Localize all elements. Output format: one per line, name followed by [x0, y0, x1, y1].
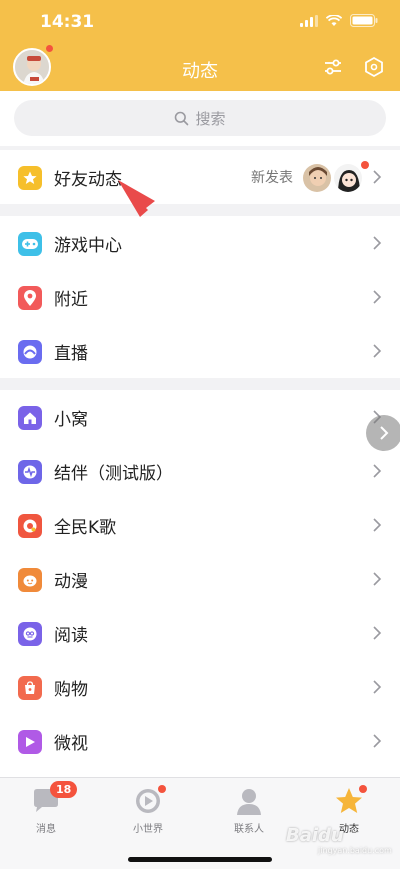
- menu-item-weishi[interactable]: 微视: [0, 714, 400, 768]
- signal-icon: [300, 14, 318, 27]
- menu-item-label: 阅读: [54, 626, 88, 646]
- location-pin-icon: [18, 286, 42, 310]
- status-icons: [300, 14, 378, 27]
- friend-feed-row[interactable]: 好友动态 新发表: [0, 150, 400, 204]
- notification-dot: [361, 161, 369, 169]
- karaoke-icon: [18, 514, 42, 538]
- search-icon: [175, 111, 189, 125]
- tab-label: 消息: [36, 824, 56, 835]
- tab-icon-wrap: [233, 786, 265, 816]
- chevron-right-icon: [373, 236, 382, 250]
- top-header: 14:31 动态: [0, 0, 400, 91]
- notification-dot: [45, 44, 54, 53]
- menu-item-reading[interactable]: 阅读: [0, 606, 400, 660]
- tab-small-world[interactable]: 小世界: [108, 785, 188, 835]
- anime-icon: [18, 568, 42, 592]
- tab-messages[interactable]: 18 消息: [6, 781, 86, 835]
- reading-icon: [18, 622, 42, 646]
- chevron-right-icon: [380, 426, 389, 440]
- unread-badge: 18: [50, 781, 78, 798]
- menu-item-live[interactable]: 直播: [0, 324, 400, 378]
- menu-item-label: 结伴（测试版）: [54, 464, 173, 484]
- tab-label: 联系人: [234, 824, 264, 835]
- menu-item-nearby[interactable]: 附近: [0, 270, 400, 324]
- friend-avatar: [302, 163, 332, 193]
- search-area: 搜索: [0, 91, 400, 146]
- friend-avatar: [333, 163, 363, 193]
- menu-item-label: 动漫: [54, 572, 88, 592]
- home-icon: [18, 406, 42, 430]
- star-icon: [18, 166, 42, 190]
- chevron-right-icon: [373, 290, 382, 304]
- apps-section: 小窝 结伴（测试版） 全民K歌 动漫 阅读 购物 微视: [0, 390, 400, 777]
- menu-item-label: 小窝: [54, 410, 88, 430]
- shopping-icon: [18, 676, 42, 700]
- search-input[interactable]: 搜索: [14, 100, 386, 136]
- weishi-icon: [18, 730, 42, 754]
- games-section: 游戏中心 附近 直播: [0, 216, 400, 378]
- gamepad-icon: [18, 232, 42, 256]
- chevron-right-icon: [373, 344, 382, 358]
- live-icon: [18, 340, 42, 364]
- pulse-icon: [18, 460, 42, 484]
- new-post-label: 新发表: [251, 170, 293, 186]
- friend-feed-label: 好友动态: [54, 170, 122, 190]
- chevron-right-icon: [373, 572, 382, 586]
- bottom-tab-bar: 18 消息 小世界 联系人 动态: [0, 777, 400, 869]
- search-placeholder: 搜索: [195, 109, 226, 128]
- menu-item-label: 购物: [54, 680, 88, 700]
- chevron-right-icon: [373, 734, 382, 748]
- home-indicator: [128, 857, 272, 862]
- chevron-right-icon: [373, 518, 382, 532]
- tab-icon-wrap: [333, 785, 367, 816]
- app-screen: 14:31 动态 搜索 好友动态 新发表 游戏中心 附近 直播 小窝 结伴（测试…: [0, 0, 400, 869]
- chevron-right-icon: [373, 626, 382, 640]
- menu-item-label: 直播: [54, 344, 88, 364]
- menu-item-jieban[interactable]: 结伴（测试版）: [0, 444, 400, 498]
- menu-item-label: 全民K歌: [54, 518, 117, 538]
- tab-label: 小世界: [133, 824, 163, 835]
- battery-icon: [350, 14, 378, 27]
- status-time: 14:31: [40, 12, 95, 32]
- notification-dot: [158, 785, 166, 793]
- hexagon-settings-icon[interactable]: [363, 56, 385, 78]
- settings-sliders-icon[interactable]: [322, 56, 344, 78]
- menu-item-xiaowo[interactable]: 小窝: [0, 390, 400, 444]
- menu-item-label: 附近: [54, 290, 88, 310]
- chevron-right-icon: [373, 170, 382, 184]
- menu-item-label: 游戏中心: [54, 236, 122, 256]
- chevron-right-icon: [373, 464, 382, 478]
- menu-item-karaoke[interactable]: 全民K歌: [0, 498, 400, 552]
- menu-item-game-center[interactable]: 游戏中心: [0, 216, 400, 270]
- menu-item-label: 微视: [54, 734, 88, 754]
- notification-dot: [359, 785, 367, 793]
- next-page-button[interactable]: [366, 415, 400, 451]
- tab-icon-wrap: 18: [30, 781, 78, 816]
- menu-item-shopping[interactable]: 购物: [0, 660, 400, 714]
- contacts-icon: [237, 789, 261, 815]
- watermark-url: jingyan.baidu.com: [318, 846, 392, 855]
- watermark-logo: Baidu: [286, 825, 344, 846]
- wifi-icon: [326, 14, 342, 26]
- chevron-right-icon: [373, 680, 382, 694]
- tab-contacts[interactable]: 联系人: [209, 786, 289, 835]
- tab-icon-wrap: [132, 785, 166, 816]
- menu-item-anime[interactable]: 动漫: [0, 552, 400, 606]
- friend-feed-section: 好友动态 新发表: [0, 150, 400, 204]
